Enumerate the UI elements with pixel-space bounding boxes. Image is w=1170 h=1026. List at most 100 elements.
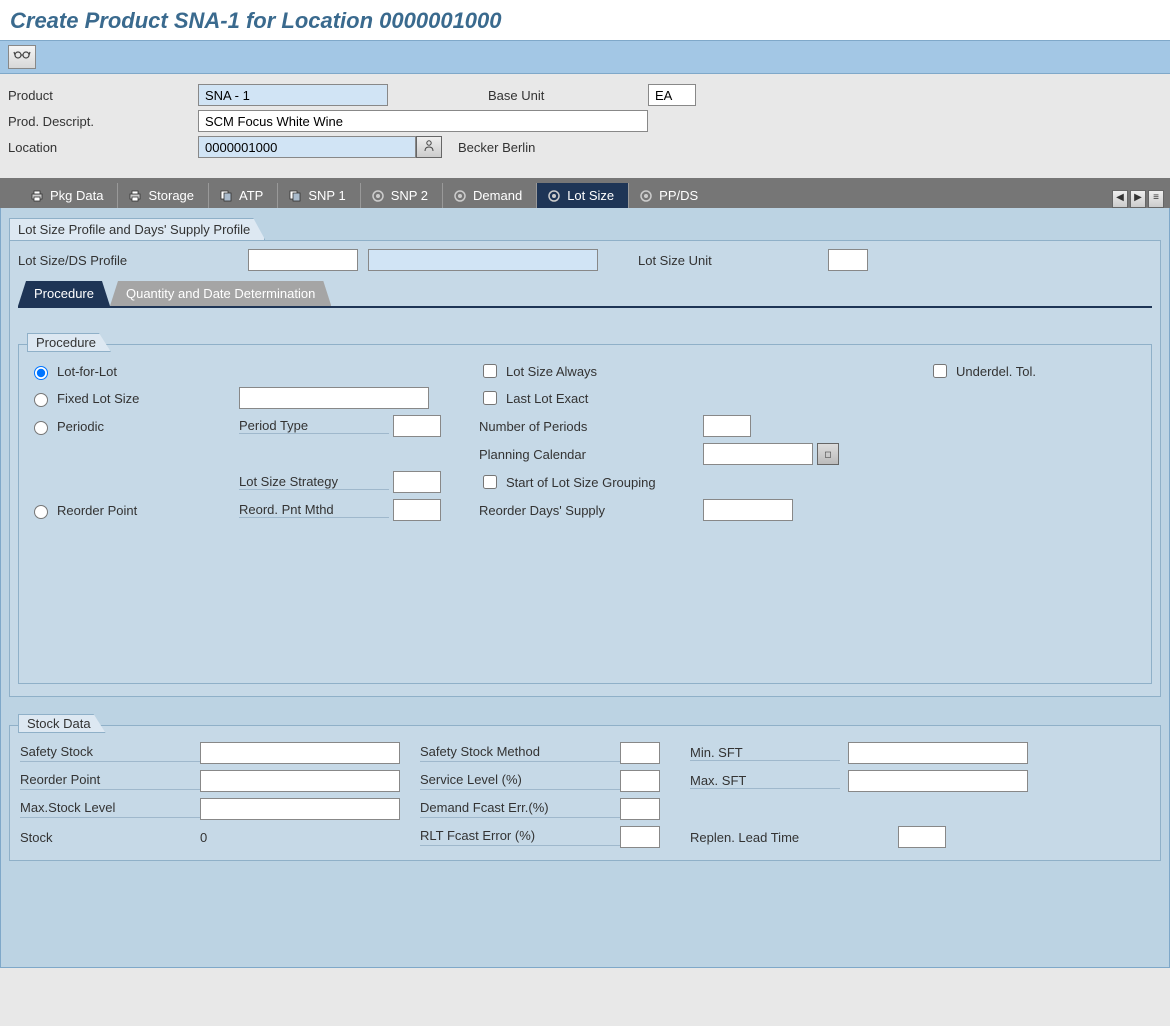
tab-label: PP/DS xyxy=(659,188,698,203)
fixed-lot-radio[interactable] xyxy=(34,393,48,407)
num-periods-input[interactable] xyxy=(703,415,751,437)
circle-icon xyxy=(547,189,561,203)
lot-size-always-label: Lot Size Always xyxy=(506,364,597,379)
lot-size-unit-input[interactable] xyxy=(828,249,868,271)
max-stock-label: Max.Stock Level xyxy=(20,800,200,818)
main-tabstrip: Pkg Data Storage ATP SNP 1 SNP 2 Demand … xyxy=(0,178,1170,208)
person-search-icon xyxy=(422,139,436,156)
min-sft-input[interactable] xyxy=(848,742,1028,764)
periodic-radio[interactable] xyxy=(34,421,48,435)
group-title: Lot Size Profile and Days' Supply Profil… xyxy=(9,218,265,240)
last-lot-exact-checkbox[interactable] xyxy=(483,391,497,405)
lot-for-lot-radio[interactable] xyxy=(34,366,48,380)
period-type-input[interactable] xyxy=(393,415,441,437)
tab-ppds[interactable]: PP/DS xyxy=(628,183,712,208)
safety-stock-input[interactable] xyxy=(200,742,400,764)
subtab-procedure[interactable]: Procedure xyxy=(18,281,110,306)
product-input[interactable] xyxy=(198,84,388,106)
stock-data-title: Stock Data xyxy=(18,714,106,733)
max-stock-input[interactable] xyxy=(200,798,400,820)
reorder-point-stock-input[interactable] xyxy=(200,770,400,792)
planning-calendar-button[interactable]: ◻ xyxy=(817,443,839,465)
tab-atp[interactable]: ATP xyxy=(208,183,277,208)
rlt-fcast-err-input[interactable] xyxy=(620,826,660,848)
tab-scroll-right-button[interactable]: ▶ xyxy=(1130,190,1146,208)
subtab-procedure-content: Procedure Lot-for-Lot Lot Size Always xyxy=(18,306,1152,684)
safety-stock-method-input[interactable] xyxy=(620,742,660,764)
replen-lead-time-input[interactable] xyxy=(898,826,946,848)
square-icon: ◻ xyxy=(824,449,831,459)
reorder-point-label: Reorder Point xyxy=(57,503,137,518)
reorder-days-supply-label: Reorder Days' Supply xyxy=(479,503,699,518)
glasses-icon xyxy=(13,49,31,64)
location-text: Becker Berlin xyxy=(458,140,535,155)
reorder-days-supply-input[interactable] xyxy=(703,499,793,521)
toolbar xyxy=(0,40,1170,74)
tab-label: SNP 1 xyxy=(308,188,345,203)
lot-size-always-checkbox[interactable] xyxy=(483,364,497,378)
base-unit-input[interactable] xyxy=(648,84,696,106)
tab-label: Demand xyxy=(473,188,522,203)
tab-content-lot-size: Lot Size Profile and Days' Supply Profil… xyxy=(0,208,1170,968)
start-lot-grouping-label: Start of Lot Size Grouping xyxy=(506,475,656,490)
location-label: Location xyxy=(8,140,198,155)
lot-size-profile-label: Lot Size/DS Profile xyxy=(18,253,248,268)
underdel-tol-checkbox[interactable] xyxy=(933,364,947,378)
procedure-group: Procedure Lot-for-Lot Lot Size Always xyxy=(18,344,1152,684)
tab-lot-size[interactable]: Lot Size xyxy=(536,183,628,208)
periodic-label: Periodic xyxy=(57,419,104,434)
lot-size-profile-desc-input[interactable] xyxy=(368,249,598,271)
planning-calendar-label: Planning Calendar xyxy=(479,447,699,462)
tab-scroll-left-button[interactable]: ◀ xyxy=(1112,190,1128,208)
tab-scroll-nav: ◀ ▶ ≡ xyxy=(1112,190,1170,208)
subtab-qdd[interactable]: Quantity and Date Determination xyxy=(110,281,331,306)
location-search-button[interactable] xyxy=(416,136,442,158)
printer-icon xyxy=(128,189,142,203)
glasses-button[interactable] xyxy=(8,45,36,69)
stock-value: 0 xyxy=(200,830,420,845)
lot-for-lot-label: Lot-for-Lot xyxy=(57,364,117,379)
min-sft-label: Min. SFT xyxy=(690,745,840,761)
stock-label: Stock xyxy=(20,830,200,845)
rlt-fcast-err-label: RLT Fcast Error (%) xyxy=(420,828,620,846)
tab-label: ATP xyxy=(239,188,263,203)
demand-fcast-err-input[interactable] xyxy=(620,798,660,820)
tab-storage[interactable]: Storage xyxy=(117,183,208,208)
replen-lead-time-label: Replen. Lead Time xyxy=(690,830,890,845)
printer-icon xyxy=(30,189,44,203)
lot-size-profile-input[interactable] xyxy=(248,249,358,271)
circle-icon xyxy=(371,189,385,203)
tab-label: Lot Size xyxy=(567,188,614,203)
num-periods-label: Number of Periods xyxy=(479,419,699,434)
tab-demand[interactable]: Demand xyxy=(442,183,536,208)
sub-tabstrip: Procedure Quantity and Date Determinatio… xyxy=(18,281,1152,306)
location-input[interactable] xyxy=(198,136,416,158)
tab-pkg-data[interactable]: Pkg Data xyxy=(20,183,117,208)
reorder-point-radio[interactable] xyxy=(34,505,48,519)
tab-snp1[interactable]: SNP 1 xyxy=(277,183,359,208)
base-unit-label: Base Unit xyxy=(488,88,648,103)
circle-icon xyxy=(453,189,467,203)
fixed-lot-input[interactable] xyxy=(239,387,429,409)
lot-size-strategy-input[interactable] xyxy=(393,471,441,493)
fixed-lot-label: Fixed Lot Size xyxy=(57,391,139,406)
copy-icon xyxy=(288,189,302,203)
reord-pnt-mthd-label: Reord. Pnt Mthd xyxy=(239,502,389,518)
stock-data-group: Stock Data Safety Stock Safety Stock Met… xyxy=(9,725,1161,861)
descript-input[interactable] xyxy=(198,110,648,132)
service-level-input[interactable] xyxy=(620,770,660,792)
product-label: Product xyxy=(8,88,198,103)
lot-size-unit-label: Lot Size Unit xyxy=(638,253,828,268)
last-lot-exact-label: Last Lot Exact xyxy=(506,391,588,406)
max-sft-label: Max. SFT xyxy=(690,773,840,789)
safety-stock-method-label: Safety Stock Method xyxy=(420,744,620,762)
start-lot-grouping-checkbox[interactable] xyxy=(483,475,497,489)
tab-snp2[interactable]: SNP 2 xyxy=(360,183,442,208)
reord-pnt-mthd-input[interactable] xyxy=(393,499,441,521)
copy-icon xyxy=(219,189,233,203)
safety-stock-label: Safety Stock xyxy=(20,744,200,762)
tab-label: SNP 2 xyxy=(391,188,428,203)
tab-list-button[interactable]: ≡ xyxy=(1148,190,1164,208)
max-sft-input[interactable] xyxy=(848,770,1028,792)
planning-calendar-input[interactable] xyxy=(703,443,813,465)
